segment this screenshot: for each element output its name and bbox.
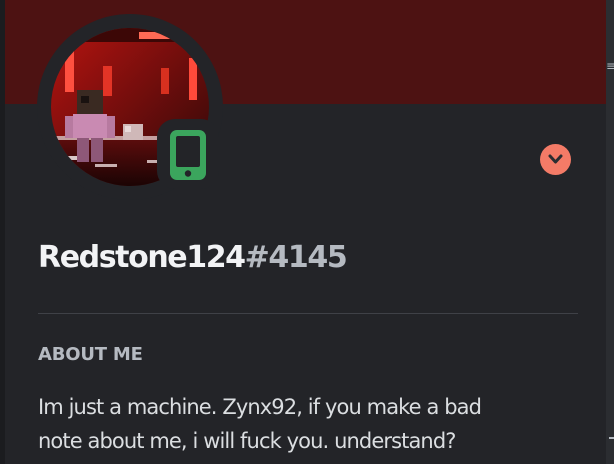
user-profile-popout: ≡ Redstone124#4145 ABOUT ME Im just a ma… <box>0 0 614 464</box>
about-me-heading: ABOUT ME <box>38 344 143 365</box>
menu-icon[interactable]: ≡ <box>606 58 614 74</box>
user-tag[interactable]: Redstone124#4145 <box>38 236 348 280</box>
discriminator: #4145 <box>244 240 348 275</box>
chevron-down-icon <box>548 154 563 164</box>
profile-badge-button[interactable] <box>540 144 571 175</box>
about-me-line: Im just a machine. Zynx92, if you make a… <box>38 395 482 419</box>
scroll-marker <box>609 437 614 439</box>
divider <box>38 313 578 314</box>
about-me-line: note about me, i will fuck you. understa… <box>38 429 456 453</box>
username: Redstone124 <box>38 240 246 275</box>
mobile-phone-icon <box>170 130 206 180</box>
